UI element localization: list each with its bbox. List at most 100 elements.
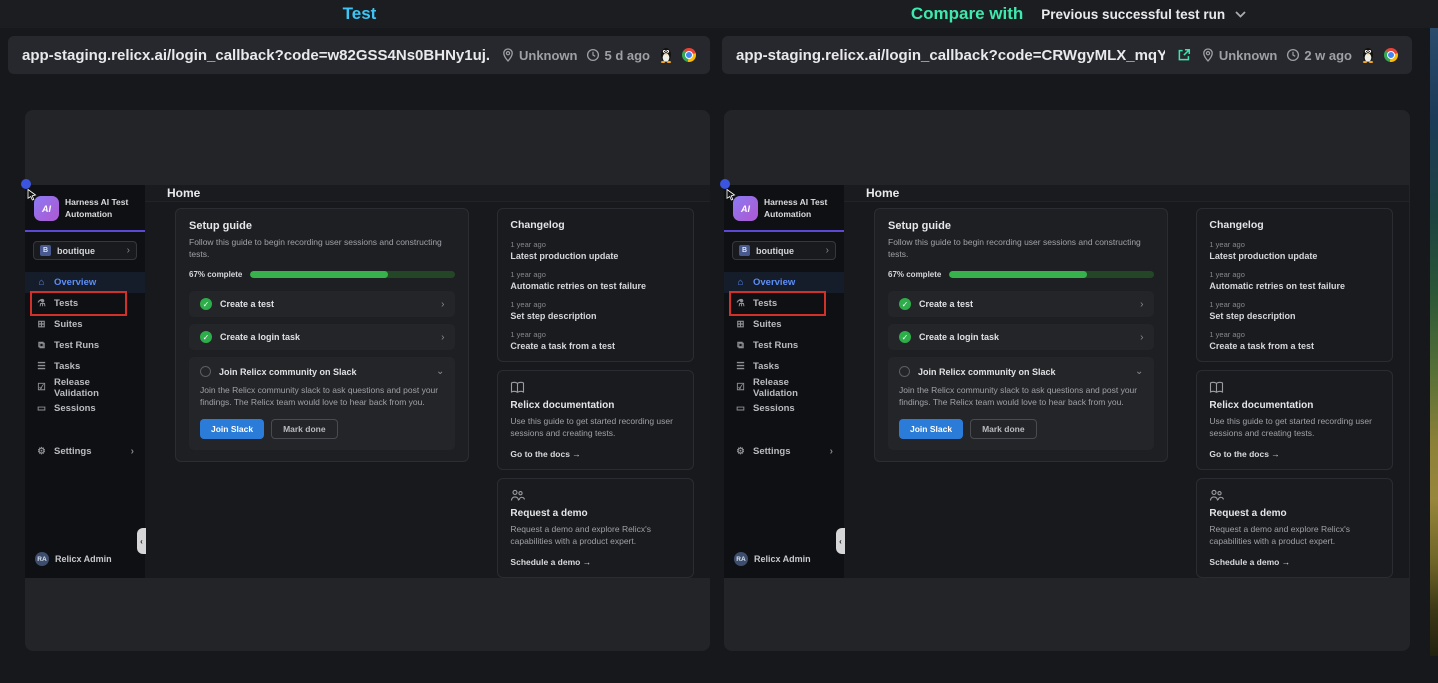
setup-task-header[interactable]: Join Relicx community on Slack⌄ <box>200 366 444 377</box>
setup-guide-card: Setup guide Follow this guide to begin r… <box>175 208 469 462</box>
sidebar-item-label: Overview <box>54 277 96 288</box>
setup-task-list: ✓Create a test›✓Create a login task›Join… <box>888 291 1154 450</box>
brand-name: Harness AI Test Automation <box>764 197 835 219</box>
schedule-demo-link[interactable]: Schedule a demo → <box>1209 557 1380 567</box>
task-label: Create a login task <box>919 332 999 342</box>
chevron-right-icon: › <box>826 245 829 256</box>
docs-card-title: Relicx documentation <box>510 400 681 411</box>
baseline-header: Test <box>0 0 719 28</box>
changelog-entry: 1 year ago Set step description <box>1209 300 1380 321</box>
age-label: 5 d ago <box>604 48 650 63</box>
clock-icon <box>1286 48 1300 62</box>
go-to-docs-link[interactable]: Go to the docs → <box>510 449 681 459</box>
join-slack-button[interactable]: Join Slack <box>200 419 264 439</box>
diff-view-page: Test Compare with Previous successful te… <box>0 0 1438 683</box>
clock-icon <box>586 48 600 62</box>
app-main: Home Setup guide Follow this guide to be… <box>844 185 1409 578</box>
location-pin-icon <box>1201 48 1215 62</box>
people-icon <box>1209 489 1380 502</box>
brand: AI Harness AI Test Automation <box>25 185 145 221</box>
changelog-entry-title: Create a task from a test <box>510 341 681 351</box>
user-menu[interactable]: RA Relicx Admin <box>734 552 811 566</box>
mark-done-button[interactable]: Mark done <box>970 419 1037 439</box>
sidebar-item-settings[interactable]: ⚙ Settings › <box>724 441 844 462</box>
sidebar-item-tests[interactable]: ⚗Tests <box>724 293 844 314</box>
sidebar-item-suites[interactable]: ⊞Suites <box>25 314 145 335</box>
sidebar-item-label: Test Runs <box>753 340 798 351</box>
check-circle-icon: ✓ <box>899 331 911 343</box>
changelog-entry-title: Set step description <box>1209 311 1380 321</box>
chevron-down-icon: ⌄ <box>436 366 444 377</box>
user-menu[interactable]: RA Relicx Admin <box>35 552 112 566</box>
sidebar-item-test-runs[interactable]: ⧉Test Runs <box>25 335 145 356</box>
changelog-time: 1 year ago <box>510 300 681 309</box>
schedule-demo-link[interactable]: Schedule a demo → <box>510 557 681 567</box>
task-buttons: Join Slack Mark done <box>899 419 1143 439</box>
sidebar-item-suites[interactable]: ⊞Suites <box>724 314 844 335</box>
sidebar-item-label: Settings <box>753 446 790 457</box>
compare-run-value: Previous successful test run <box>1041 7 1225 22</box>
changelog-entry: 1 year agoLatest production update <box>510 240 681 261</box>
sidebar-item-tests[interactable]: ⚗Tests <box>25 293 145 314</box>
project-name: boutique <box>57 246 95 256</box>
app-header: Home <box>844 185 1409 202</box>
age-label: 2 w ago <box>1304 48 1352 63</box>
task-label: Create a test <box>919 299 973 309</box>
progress-bar <box>250 271 455 278</box>
sidebar-item-overview[interactable]: ⌂Overview <box>724 272 844 293</box>
compare-screenshot-panel[interactable]: AI Harness AI Test Automation B boutique… <box>724 110 1410 651</box>
chevron-down-icon <box>1235 11 1246 18</box>
test-runs-icon: ⧉ <box>36 340 47 351</box>
sidebar-collapse-handle[interactable]: ‹ <box>137 528 146 554</box>
sidebar-item-overview[interactable]: ⌂Overview <box>25 272 145 293</box>
baseline-meta: Unknown 5 d ago <box>501 47 696 63</box>
setup-task[interactable]: ✓Create a test› <box>189 291 455 317</box>
project-selector[interactable]: B boutique › <box>732 241 836 260</box>
location-info: Unknown <box>1201 48 1278 63</box>
sidebar-item-label: Sessions <box>753 403 795 414</box>
sidebar-item-release-validation[interactable]: ☑Release Validation <box>25 377 145 398</box>
sidebar-nav: ⌂Overview⚗Tests⊞Suites⧉Test Runs☰Tasks☑R… <box>25 272 145 419</box>
sidebar-item-label: Suites <box>753 319 782 330</box>
progress-label: 67% complete <box>888 270 941 279</box>
sidebar-item-tasks[interactable]: ☰Tasks <box>25 356 145 377</box>
setup-guide-description: Follow this guide to begin recording use… <box>189 237 455 260</box>
changelog-entry-title: Latest production update <box>510 251 681 261</box>
sidebar-item-tasks[interactable]: ☰Tasks <box>724 356 844 377</box>
unchecked-circle-icon <box>200 366 211 377</box>
chevron-right-icon: › <box>830 446 833 457</box>
book-icon <box>510 381 681 394</box>
sidebar-item-sessions[interactable]: ▭Sessions <box>724 398 844 419</box>
baseline-screenshot-panel[interactable]: AI Harness AI Test Automation B boutique… <box>25 110 710 651</box>
sidebar-item-settings[interactable]: ⚙ Settings › <box>25 441 145 462</box>
setup-task[interactable]: ✓Create a test› <box>888 291 1154 317</box>
check-circle-icon: ✓ <box>200 298 212 310</box>
go-to-docs-link[interactable]: Go to the docs → <box>1209 449 1380 459</box>
app-main: Home Setup guide Follow this guide to be… <box>145 185 710 578</box>
screenshot-slot: AI Harness AI Test Automation B boutique… <box>25 185 710 578</box>
sidebar-item-test-runs[interactable]: ⧉Test Runs <box>724 335 844 356</box>
changelog-time: 1 year ago <box>510 330 681 339</box>
app-sidebar: AI Harness AI Test Automation B boutique… <box>25 185 145 578</box>
sidebar-item-sessions[interactable]: ▭Sessions <box>25 398 145 419</box>
project-selector[interactable]: B boutique › <box>33 241 137 260</box>
chevron-right-icon: › <box>1140 299 1143 310</box>
external-link-icon[interactable] <box>1177 48 1191 62</box>
changelog-time: 1 year ago <box>1209 330 1380 339</box>
changelog-time: 1 year ago <box>1209 300 1380 309</box>
sidebar-collapse-handle[interactable]: ‹ <box>836 528 845 554</box>
linux-icon <box>1361 47 1375 63</box>
mark-done-button[interactable]: Mark done <box>271 419 338 439</box>
compare-run-dropdown[interactable]: Previous successful test run <box>1041 7 1246 22</box>
sidebar-item-label: Tests <box>54 298 78 309</box>
sidebar-item-label: Sessions <box>54 403 96 414</box>
setup-task-header[interactable]: Join Relicx community on Slack⌄ <box>899 366 1143 377</box>
sidebar-item-release-validation[interactable]: ☑Release Validation <box>724 377 844 398</box>
chrome-icon <box>682 48 696 62</box>
setup-task[interactable]: ✓Create a login task› <box>189 324 455 350</box>
sidebar-item-label: Release Validation <box>753 377 833 399</box>
join-slack-button[interactable]: Join Slack <box>899 419 963 439</box>
setup-task[interactable]: ✓Create a login task› <box>888 324 1154 350</box>
sidebar-divider <box>25 230 145 232</box>
changelog-entry: 1 year agoAutomatic retries on test fail… <box>510 270 681 291</box>
